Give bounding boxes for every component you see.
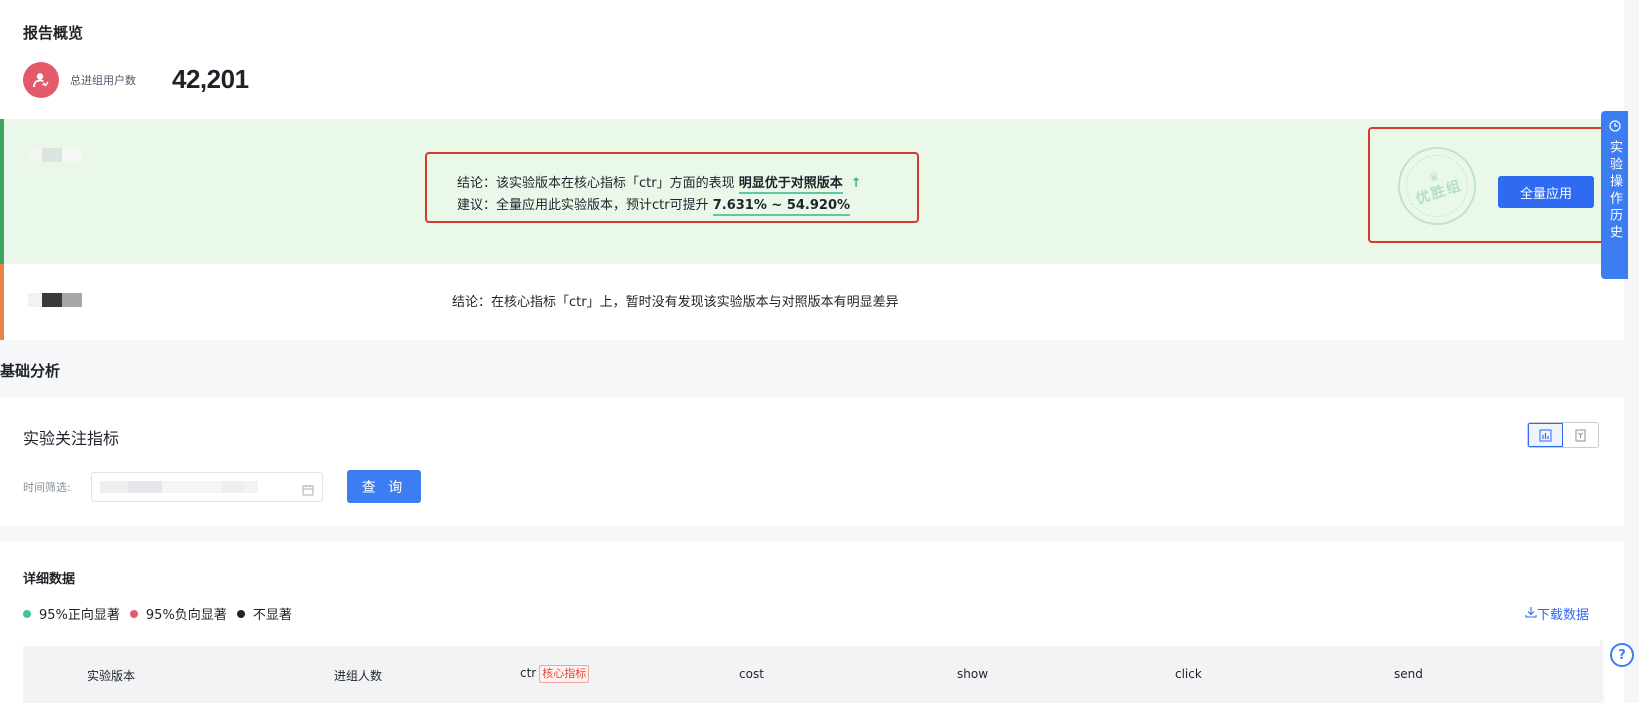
download-icon	[1525, 606, 1537, 622]
column-header-show[interactable]: show	[957, 667, 988, 681]
winner-version-row: 结论：该实验版本在核心指标「ctr」方面的表现 明显优于对照版本 ↑ 建议：全量应…	[0, 119, 1624, 264]
winner-conclusion-box: 结论：该实验版本在核心指标「ctr」方面的表现 明显优于对照版本 ↑ 建议：全量应…	[425, 152, 919, 223]
neutral-conclusion: 结论：在核心指标「ctr」上，暂时没有发现该实验版本与对照版本有明显差异	[452, 295, 899, 310]
report-overview-card: 报告概览 总进组用户数 42,201 结论：该实验版本在核心指标「ctr」方面的…	[0, 0, 1624, 340]
apply-all-button[interactable]: 全量应用	[1498, 176, 1594, 208]
column-header-users[interactable]: 进组人数	[334, 667, 382, 684]
detail-data-card: 详细数据 95%正向显著 95%负向显著 不显著 下载数据 实验版本 进组人数 …	[0, 542, 1624, 703]
legend-not-significant: 不显著	[236, 604, 292, 623]
red-dot-icon	[129, 609, 138, 618]
column-header-send[interactable]: send	[1394, 667, 1423, 681]
winner-stamp: ♛ 优胜组	[1387, 136, 1487, 236]
winner-action-box: ♛ 优胜组 全量应用	[1368, 127, 1608, 243]
bookmark-icon[interactable]	[1563, 423, 1598, 447]
help-icon[interactable]: ?	[1610, 643, 1634, 667]
legend-negative: 95%负向显著	[129, 604, 227, 623]
detail-table-header: 实验版本 进组人数 ctr 核心指标 cost show click send	[23, 646, 1600, 703]
legend-label: 95%正向显著	[39, 608, 120, 623]
bar-chart-icon[interactable]	[1528, 423, 1564, 447]
version-name-redacted	[28, 292, 83, 307]
core-metric-badge: 核心指标	[539, 665, 590, 683]
focus-metrics-card: 实验关注指标 时间筛选: 查 询	[0, 398, 1624, 526]
total-users-label: 总进组用户数	[70, 74, 136, 87]
query-button[interactable]: 查 询	[347, 470, 421, 503]
green-dot-icon	[23, 609, 31, 618]
conclusion-text: 结论：该实验版本在核心指标「ctr」方面的表现	[457, 176, 739, 191]
black-dot-icon	[236, 609, 245, 618]
download-data-link[interactable]: 下载数据	[1525, 604, 1589, 623]
conclusion-highlight: 明显优于对照版本	[738, 176, 843, 194]
user-icon	[23, 62, 59, 98]
operation-history-tab[interactable]: 实验操作历史	[1601, 111, 1628, 279]
column-header-cost[interactable]: cost	[739, 667, 764, 681]
column-header-version[interactable]: 实验版本	[87, 667, 135, 684]
suggestion-highlight: 7.631% ~ 54.920%	[712, 198, 851, 216]
column-header-click[interactable]: click	[1175, 667, 1202, 681]
clock-icon	[1608, 117, 1621, 136]
neutral-version-row: 结论：在核心指标「ctr」上，暂时没有发现该实验版本与对照版本有明显差异	[0, 264, 1624, 340]
date-range-redacted	[100, 481, 280, 493]
operation-history-label: 实验操作历史	[1607, 140, 1622, 242]
time-filter-label: 时间筛选:	[23, 481, 71, 494]
column-header-ctr-label: ctr	[520, 666, 537, 680]
suggestion-text: 建议：全量应用此实验版本，预计ctr可提升	[457, 198, 713, 213]
detail-data-title: 详细数据	[23, 572, 76, 587]
version-name-redacted	[28, 147, 83, 162]
date-range-input[interactable]	[91, 472, 323, 502]
legend-label: 95%负向显著	[145, 608, 227, 623]
table-scroll-shadow	[1600, 640, 1606, 703]
focus-metrics-title: 实验关注指标	[23, 429, 120, 448]
download-data-label: 下载数据	[1537, 608, 1590, 623]
legend-label: 不显著	[252, 608, 292, 623]
column-header-ctr[interactable]: ctr 核心指标	[520, 665, 590, 683]
total-users-value: 42,201	[172, 64, 249, 94]
view-toggle	[1527, 422, 1599, 448]
overview-title: 报告概览	[23, 24, 84, 42]
arrow-up-icon: ↑	[850, 176, 862, 191]
significance-legend: 95%正向显著 95%负向显著 不显著	[23, 604, 302, 623]
legend-positive: 95%正向显著	[23, 604, 120, 623]
winner-suggestion: 建议：全量应用此实验版本，预计ctr可提升 7.631% ~ 54.920%	[457, 194, 851, 216]
calendar-icon	[302, 481, 314, 500]
winner-conclusion: 结论：该实验版本在核心指标「ctr」方面的表现 明显优于对照版本 ↑	[457, 172, 862, 194]
basic-analysis-title: 基础分析	[0, 362, 61, 380]
